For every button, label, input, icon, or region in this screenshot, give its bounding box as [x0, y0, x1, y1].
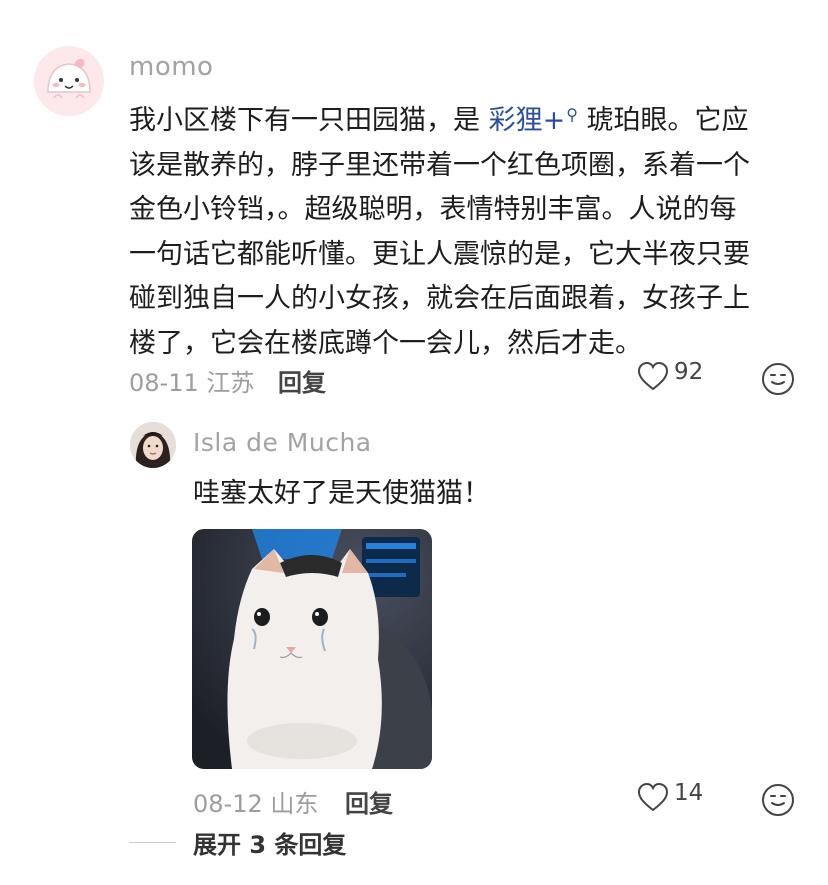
comment-username[interactable]: momo: [129, 52, 213, 82]
search-icon: ⚲: [566, 105, 578, 124]
topic-link-label: 彩狸: [488, 105, 543, 136]
comment-text-line: 楼了，它会在楼底蹲个一会儿，然后才走。: [129, 327, 642, 359]
expand-divider: [129, 842, 176, 843]
reply-text: 哇塞太好了是天使猫猫！: [193, 478, 490, 509]
smile-face-icon[interactable]: [761, 783, 795, 817]
comment-text-line: 琥珀眼。它应: [586, 105, 749, 136]
cute-character-icon: [34, 46, 104, 116]
comment-text-line: 金色小铃铛，。超级聪明，表情特别丰富。人说的每: [129, 194, 737, 225]
reply-like-button[interactable]: 14: [636, 780, 704, 813]
comment-text-line: 一句话它都能听懂。更让人震惊的是，它大半夜只要: [129, 238, 750, 270]
comment-like-button[interactable]: 92: [636, 359, 704, 392]
reply-location: 山东: [270, 790, 319, 818]
comment-location: 江苏: [206, 369, 255, 397]
comment-date: 08-11: [129, 369, 199, 397]
topic-link-plus: +: [542, 105, 566, 136]
comment-reply-button[interactable]: 回复: [278, 363, 326, 398]
heart-outline-icon: [637, 782, 669, 812]
reply-date: 08-12: [193, 790, 263, 818]
crying-cat-image: [192, 529, 432, 769]
expand-replies-button[interactable]: 展开 3 条回复: [193, 825, 346, 860]
avatar-momo[interactable]: [34, 46, 104, 116]
reply-reply-button[interactable]: 回复: [345, 784, 393, 819]
heart-outline-icon: [637, 361, 669, 391]
topic-link[interactable]: 彩狸+⚲: [489, 105, 578, 136]
smile-face-icon[interactable]: [761, 362, 795, 396]
comment-text-line: 碰到独自一人的小女孩，就会在后面跟着，女孩子上: [129, 283, 750, 314]
comment-meta: 08-11 江苏: [129, 363, 254, 398]
user-photo-icon: [130, 422, 176, 468]
comment-text-line: 该是散养的，脖子里还带着一个红色项圈，系着一个: [129, 149, 750, 181]
comment-like-count: 92: [674, 359, 704, 385]
reply-image[interactable]: [192, 529, 432, 769]
comment-text: 我小区楼下有一只田园猫，是 彩狸+⚲ 琥珀眼。它应 该是散养的，脖子里还带着一个…: [129, 93, 809, 366]
reply-meta: 08-12 山东: [193, 784, 318, 819]
avatar-isla[interactable]: [130, 422, 176, 468]
comment-text-start: 我小区楼下有一只田园猫，是: [129, 105, 480, 136]
reply-like-count: 14: [674, 780, 704, 806]
reply-username[interactable]: Isla de Mucha: [193, 428, 372, 457]
